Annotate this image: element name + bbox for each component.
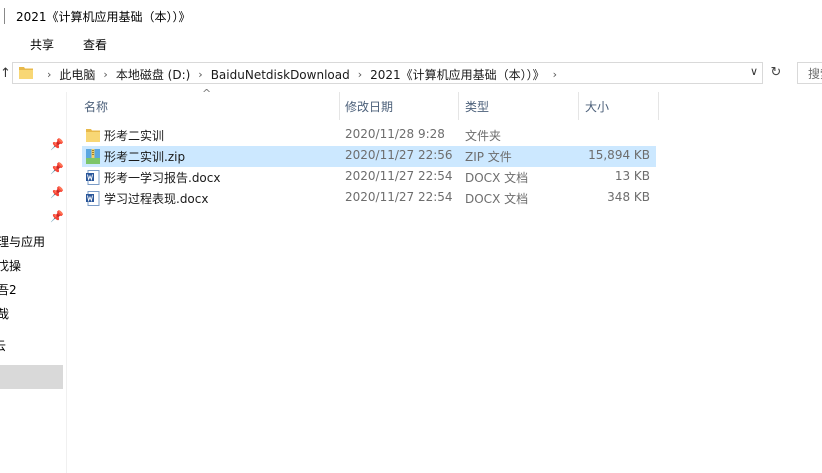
ribbon-tabs: 共享 查看 xyxy=(0,32,822,58)
search-input[interactable]: 搜索 xyxy=(797,62,822,84)
file-date: 2020/11/27 22:54 xyxy=(345,190,453,204)
file-type: ZIP 文件 xyxy=(465,150,512,164)
chevron-right-icon[interactable]: › xyxy=(198,68,202,81)
pin-icon[interactable]: 📌 xyxy=(50,162,64,175)
folder-icon xyxy=(19,67,33,79)
file-row[interactable]: 形考二实训.zip 2020/11/27 22:56 ZIP 文件 15,894… xyxy=(82,146,656,167)
file-row[interactable]: 学习过程表现.docx 2020/11/27 22:54 DOCX 文档 348… xyxy=(82,188,656,209)
navigation-pane: 📌 📌 📌 📌 理与应用 戊操 吾2 哉 云 xyxy=(0,92,67,473)
up-arrow-icon[interactable]: ↑ xyxy=(0,66,11,81)
window-title: 2021《计算机应用基础（本））》 xyxy=(16,10,191,24)
address-bar[interactable]: › 此电脑 › 本地磁盘 (D:) › BaiduNetdiskDownload… xyxy=(12,62,763,84)
column-header-date[interactable]: 修改日期 xyxy=(345,98,393,115)
nav-item[interactable]: 吾2 xyxy=(0,281,17,298)
file-size: 13 KB xyxy=(614,169,650,183)
file-date: 2020/11/27 22:56 xyxy=(345,148,453,162)
window-edge xyxy=(4,8,5,24)
file-name: 形考二实训.zip xyxy=(104,150,186,164)
file-type: DOCX 文档 xyxy=(465,192,529,206)
tab-view[interactable]: 查看 xyxy=(83,36,107,53)
column-divider[interactable] xyxy=(658,92,659,120)
chevron-down-icon[interactable]: ∨ xyxy=(750,65,758,78)
title-bar: 2021《计算机应用基础（本））》 xyxy=(0,0,822,32)
file-date: 2020/11/28 9:28 xyxy=(345,127,445,141)
column-header-type[interactable]: 类型 xyxy=(465,98,489,115)
pin-icon[interactable]: 📌 xyxy=(50,138,64,151)
breadcrumb: › 此电脑 › 本地磁盘 (D:) › BaiduNetdiskDownload… xyxy=(39,66,565,83)
column-divider[interactable] xyxy=(458,92,459,120)
file-size: 15,894 KB xyxy=(588,148,650,162)
file-name: 形考一学习报告.docx xyxy=(104,171,221,185)
file-row[interactable]: 形考一学习报告.docx 2020/11/27 22:54 DOCX 文档 13… xyxy=(82,167,656,188)
folder-icon xyxy=(86,129,100,142)
file-type: DOCX 文档 xyxy=(465,171,529,185)
file-type: 文件夹 xyxy=(465,129,502,143)
word-doc-icon xyxy=(86,191,100,206)
chevron-right-icon[interactable]: › xyxy=(358,68,362,81)
nav-item[interactable]: 哉 xyxy=(0,305,9,322)
nav-item[interactable]: 理与应用 xyxy=(0,233,45,250)
file-name: 学习过程表现.docx xyxy=(104,192,209,206)
file-name: 形考二实训 xyxy=(104,129,165,143)
sort-ascending-icon: ^ xyxy=(202,87,212,100)
address-row: ↑ › 此电脑 › 本地磁盘 (D:) › BaiduNetdiskDownlo… xyxy=(0,58,822,92)
chevron-right-icon[interactable]: › xyxy=(553,68,557,81)
column-headers: ^ 名称 修改日期 类型 大小 xyxy=(78,87,822,120)
column-divider[interactable] xyxy=(578,92,579,120)
nav-item[interactable]: 云 xyxy=(0,337,6,354)
breadcrumb-current-folder[interactable]: 2021《计算机应用基础（本））》 xyxy=(370,66,545,83)
refresh-button[interactable]: ↻ xyxy=(765,62,787,84)
chevron-right-icon[interactable]: › xyxy=(103,68,107,81)
breadcrumb-this-pc[interactable]: 此电脑 xyxy=(59,66,95,83)
breadcrumb-baidu-download[interactable]: BaiduNetdiskDownload xyxy=(211,68,350,82)
refresh-icon: ↻ xyxy=(770,65,782,80)
nav-item-selected[interactable] xyxy=(0,365,63,389)
word-doc-icon xyxy=(86,170,100,185)
chevron-right-icon[interactable]: › xyxy=(47,68,51,81)
file-date: 2020/11/27 22:54 xyxy=(345,169,453,183)
file-row[interactable]: 形考二实训 2020/11/28 9:28 文件夹 xyxy=(82,125,656,146)
nav-item[interactable]: 戊操 xyxy=(0,257,21,274)
file-size: 348 KB xyxy=(607,190,650,204)
tab-share[interactable]: 共享 xyxy=(30,36,54,53)
breadcrumb-local-disk[interactable]: 本地磁盘 (D:) xyxy=(116,66,190,83)
zip-file-icon xyxy=(86,149,100,164)
column-header-size[interactable]: 大小 xyxy=(585,98,609,115)
column-header-name[interactable]: 名称 xyxy=(84,98,108,115)
column-divider[interactable] xyxy=(339,92,340,120)
pin-icon[interactable]: 📌 xyxy=(50,186,64,199)
pin-icon[interactable]: 📌 xyxy=(50,210,64,223)
